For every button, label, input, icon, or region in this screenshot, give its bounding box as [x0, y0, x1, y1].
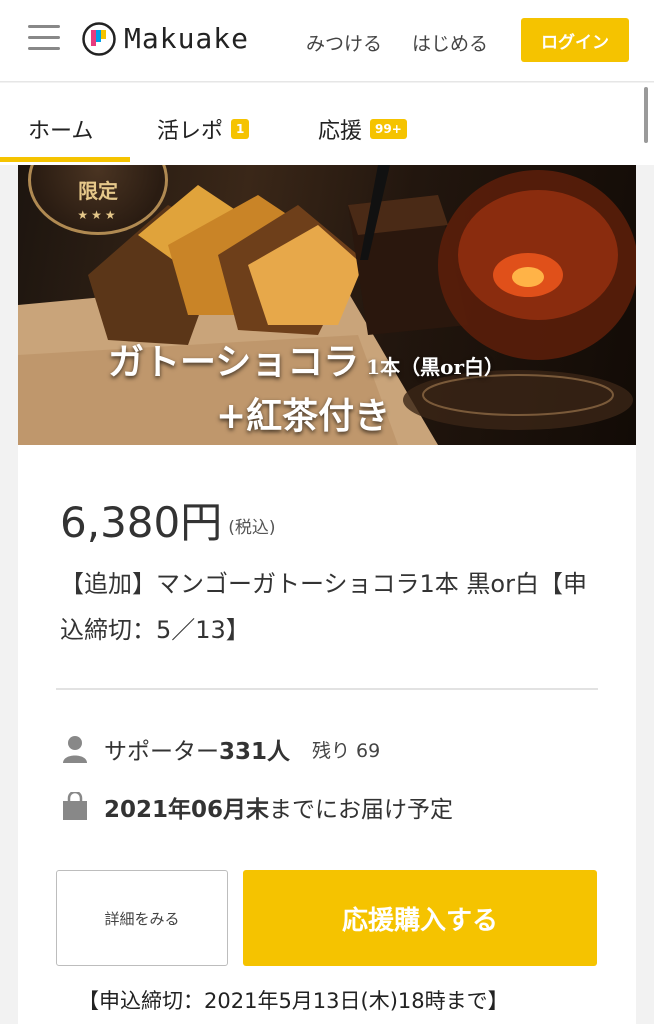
tab-support[interactable]: 応援 99+ — [318, 113, 407, 145]
supporters-row: サポーター 331人 残り 69 — [60, 732, 380, 766]
limited-seal-text: 限定 — [78, 179, 118, 203]
delivery-suffix: までにお届け予定 — [269, 797, 454, 823]
tab-home[interactable]: ホーム — [28, 113, 93, 145]
activity-report-badge: 1 — [231, 119, 250, 139]
supporters-count: 331人 — [219, 739, 291, 765]
hero-title: ガトーショコラ 1本（黒or白） — [108, 333, 504, 385]
divider — [56, 688, 598, 690]
delivery-row: 2021年06月末 までにお届け予定 — [60, 790, 453, 824]
tab-activity-report[interactable]: 活レポ 1 — [157, 113, 250, 145]
tab-activity-report-label: 活レポ — [157, 119, 224, 144]
support-purchase-button[interactable]: 応援購入する — [243, 870, 597, 966]
reward-card: 6,380円 (税込) 【追加】マンゴーガトーショコラ1本 黒or白【申込締切：5… — [18, 445, 636, 1024]
logo-text[interactable]: Makuake — [124, 22, 249, 55]
remaining-count: 残り 69 — [312, 739, 381, 762]
hero-title-main: ガトーショコラ — [108, 341, 360, 383]
delivery-date: 2021年06月末 — [104, 797, 270, 823]
shopping-bag-icon — [63, 792, 87, 820]
tab-home-label: ホーム — [28, 119, 94, 144]
support-badge: 99+ — [370, 119, 407, 139]
reward-title: 【追加】マンゴーガトーショコラ1本 黒or白【申込締切：5／13】 — [60, 570, 587, 644]
scrollbar[interactable] — [644, 87, 648, 143]
application-deadline: 【申込締切：2021年5月13日(木)18時まで】 — [78, 989, 509, 1013]
nav-start-link[interactable]: はじめる — [412, 29, 488, 56]
price: 6,380円 (税込) — [60, 489, 276, 550]
top-header: Makuake みつける はじめる ログイン — [0, 0, 654, 82]
product-image: 限定 ★★★ ガトーショコラ 1本（黒or白） +紅茶付き — [18, 165, 636, 445]
tab-support-label: 応援 — [318, 119, 363, 144]
person-icon — [63, 736, 87, 763]
login-button[interactable]: ログイン — [521, 18, 629, 62]
menu-icon[interactable] — [28, 25, 60, 51]
limited-seal-stars: ★★★ — [77, 208, 119, 222]
price-value: 6,380円 — [60, 498, 223, 547]
tab-bar: ホーム 活レポ 1 応援 99+ — [0, 83, 654, 165]
nav-find-link[interactable]: みつける — [306, 29, 382, 56]
makuake-logo-icon[interactable] — [82, 22, 116, 56]
hero-title-small: 1本（黒or白） — [359, 355, 505, 379]
view-details-button[interactable]: 詳細をみる — [56, 870, 228, 966]
price-tax-note: (税込) — [228, 518, 276, 538]
hero-subtitle: +紅茶付き — [216, 395, 391, 437]
supporters-label: サポーター — [104, 739, 219, 765]
active-tab-indicator — [0, 157, 130, 162]
